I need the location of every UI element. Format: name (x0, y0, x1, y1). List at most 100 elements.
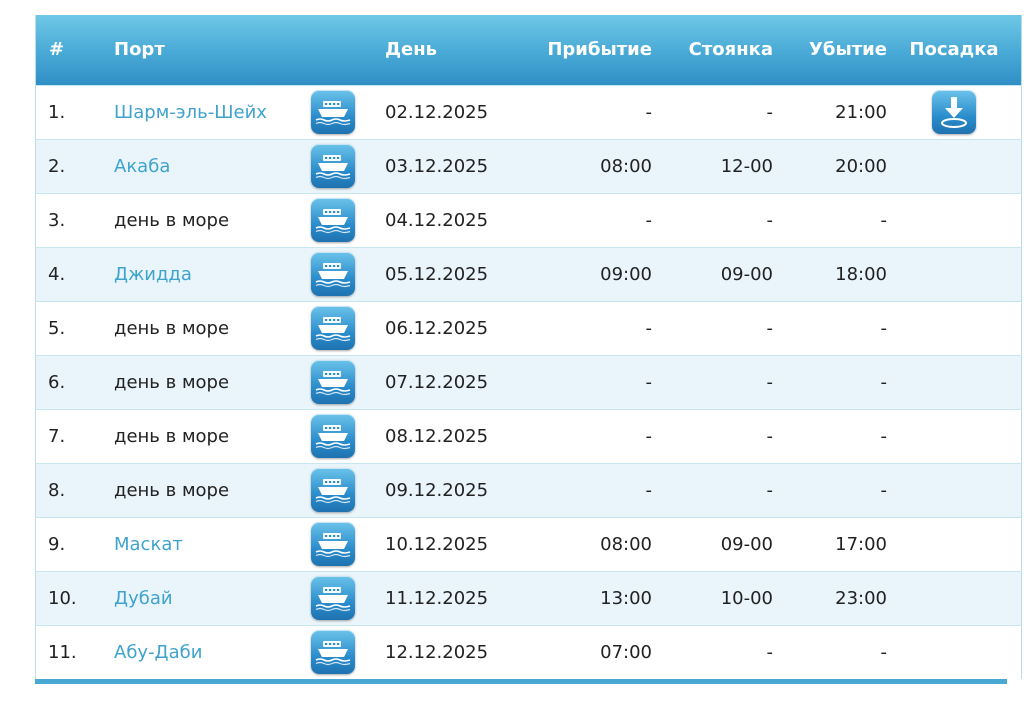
row-port-cell: Джидда (114, 246, 311, 301)
row-stay: - (652, 462, 773, 517)
port-link[interactable]: Дубай (114, 588, 173, 609)
port-link[interactable]: Абу-Даби (114, 642, 202, 663)
row-stay: 09-00 (652, 516, 773, 571)
row-departure: - (773, 624, 887, 679)
row-boarding-cell (887, 354, 1022, 409)
row-stay: - (652, 408, 773, 463)
port-label: день в море (114, 317, 230, 339)
table-row: 9. Маскат 10.12.2025 08:00 09-00 17:00 (35, 516, 1022, 571)
ship-icon (311, 468, 355, 512)
row-day: 03.12.2025 (385, 138, 517, 193)
row-stay: - (652, 354, 773, 409)
table-header: # Порт День Прибытие Стоянка Убытие Поса… (35, 15, 1022, 85)
ship-icon (311, 576, 355, 620)
row-departure: - (773, 408, 887, 463)
table-row: 7. день в море 08.12.2025 - - - (35, 408, 1022, 463)
row-boarding-cell (887, 516, 1022, 571)
ship-icon (311, 198, 355, 242)
row-icon-cell (311, 462, 385, 517)
port-link[interactable]: Маскат (114, 534, 183, 555)
itinerary-table: # Порт День Прибытие Стоянка Убытие Поса… (35, 15, 1022, 679)
row-stay: - (652, 84, 773, 139)
row-day: 02.12.2025 (385, 84, 517, 139)
row-boarding-cell (887, 462, 1022, 517)
row-boarding-cell (887, 138, 1022, 193)
row-stay: - (652, 300, 773, 355)
row-day: 04.12.2025 (385, 192, 517, 247)
row-day: 11.12.2025 (385, 570, 517, 625)
row-icon-cell (311, 300, 385, 355)
row-icon-cell (311, 138, 385, 193)
port-label: день в море (114, 371, 230, 393)
port-label: день в море (114, 425, 230, 447)
row-day: 10.12.2025 (385, 516, 517, 571)
table-body: 1. Шарм-эль-Шейх 02.12.2025 - - 21:00 2.… (35, 84, 1022, 679)
table-row: 2. Акаба 03.12.2025 08:00 12-00 20:00 (35, 138, 1022, 193)
row-stay: 12-00 (652, 138, 773, 193)
row-departure: - (773, 462, 887, 517)
row-num: 6. (35, 354, 114, 409)
row-num: 9. (35, 516, 114, 571)
row-boarding-cell (887, 192, 1022, 247)
boarding-download-icon[interactable] (932, 90, 976, 134)
table-bottom-bar (35, 678, 1007, 684)
row-icon-cell (311, 408, 385, 463)
row-port-cell: Дубай (114, 570, 311, 625)
row-port-cell: Маскат (114, 516, 311, 571)
row-arrival: - (517, 408, 652, 463)
row-arrival: 08:00 (517, 138, 652, 193)
header-stay: Стоянка (688, 39, 773, 61)
ship-icon (311, 90, 355, 134)
row-boarding-cell (887, 570, 1022, 625)
row-icon-cell (311, 516, 385, 571)
row-port-cell: день в море (114, 192, 311, 247)
table-row: 8. день в море 09.12.2025 - - - (35, 462, 1022, 517)
row-port-cell: день в море (114, 300, 311, 355)
ship-icon (311, 522, 355, 566)
row-arrival: 08:00 (517, 516, 652, 571)
table-row: 4. Джидда 05.12.2025 09:00 09-00 18:00 (35, 246, 1022, 301)
row-icon-cell (311, 354, 385, 409)
row-departure: 20:00 (773, 138, 887, 193)
row-num: 3. (35, 192, 114, 247)
table-row: 5. день в море 06.12.2025 - - - (35, 300, 1022, 355)
header-boarding: Посадка (909, 39, 999, 61)
row-arrival: - (517, 300, 652, 355)
row-departure: - (773, 354, 887, 409)
port-link[interactable]: Акаба (114, 156, 170, 177)
row-departure: - (773, 192, 887, 247)
row-icon-cell (311, 246, 385, 301)
row-boarding-cell (887, 624, 1022, 679)
port-link[interactable]: Шарм-эль-Шейх (114, 102, 267, 123)
port-link[interactable]: Джидда (114, 264, 192, 285)
ship-icon (311, 630, 355, 674)
row-stay: 09-00 (652, 246, 773, 301)
row-arrival: 09:00 (517, 246, 652, 301)
header-port: Порт (114, 39, 165, 61)
row-icon-cell (311, 624, 385, 679)
port-label: день в море (114, 479, 230, 501)
ship-icon (311, 306, 355, 350)
row-port-cell: Акаба (114, 138, 311, 193)
row-boarding-cell (887, 84, 1022, 139)
header-day: День (385, 39, 438, 61)
row-icon-cell (311, 570, 385, 625)
row-icon-cell (311, 192, 385, 247)
row-num: 7. (35, 408, 114, 463)
table-row: 3. день в море 04.12.2025 - - - (35, 192, 1022, 247)
row-port-cell: день в море (114, 408, 311, 463)
row-departure: 17:00 (773, 516, 887, 571)
row-num: 2. (35, 138, 114, 193)
ship-icon (311, 414, 355, 458)
row-boarding-cell (887, 408, 1022, 463)
header-num: # (49, 39, 65, 61)
row-num: 4. (35, 246, 114, 301)
row-departure: 23:00 (773, 570, 887, 625)
table-row: 6. день в море 07.12.2025 - - - (35, 354, 1022, 409)
header-departure: Убытие (809, 39, 887, 61)
row-arrival: - (517, 192, 652, 247)
row-stay: - (652, 192, 773, 247)
table-row: 10. Дубай 11.12.2025 13:00 10-00 23:00 (35, 570, 1022, 625)
row-num: 10. (35, 570, 114, 625)
table-row: 1. Шарм-эль-Шейх 02.12.2025 - - 21:00 (35, 84, 1022, 139)
